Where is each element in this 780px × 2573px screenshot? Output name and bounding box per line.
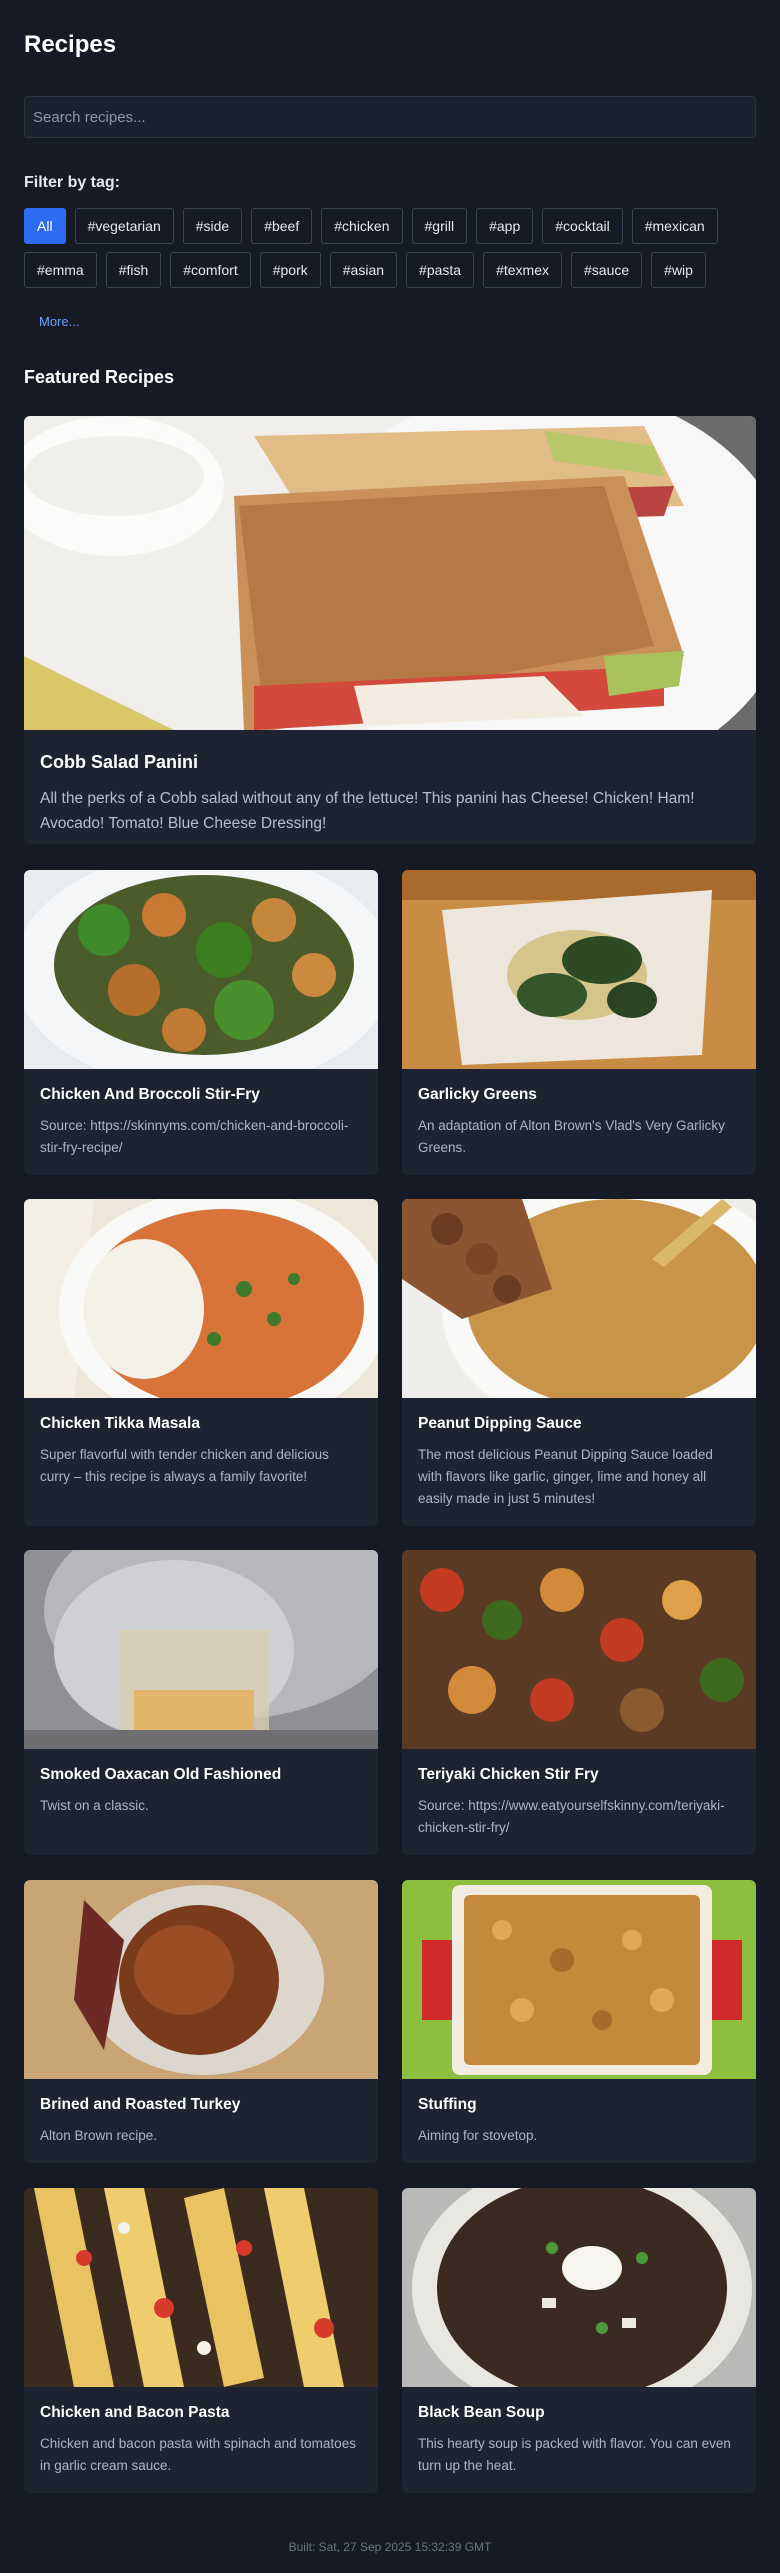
featured-heading: Featured Recipes [24,367,175,387]
recipe-image [402,2188,756,2387]
recipe-card[interactable]: Chicken Tikka Masala Super flavorful wit… [24,1199,378,1526]
tag-wip[interactable]: #wip [651,252,706,288]
recipe-description: Aiming for stovetop. [418,2128,538,2143]
page-title: Recipes [24,31,117,58]
tag-filter-list: All #vegetarian #side #beef #chicken #grill #a… [24,208,760,288]
recipe-card[interactable]: Black Bean Soup This hearty soup is pack… [402,2188,756,2493]
recipe-image [24,2188,378,2387]
tag-beef[interactable]: #beef [251,208,313,244]
tag-all[interactable]: All [24,208,66,244]
recipe-title: Teriyaki Chicken Stir Fry [418,1766,599,1783]
recipe-card[interactable]: Peanut Dipping Sauce The most delicious … [402,1199,756,1526]
tag-fish[interactable]: #fish [105,252,162,288]
recipe-title: Smoked Oaxacan Old Fashioned [40,1766,282,1783]
tag-grill[interactable]: #grill [411,208,468,244]
tag-texmex[interactable]: #texmex [483,252,562,288]
tag-chicken[interactable]: #chicken [321,208,403,244]
recipe-card[interactable]: Brined and Roasted Turkey Alton Brown re… [24,1880,378,2163]
tag-mexican[interactable]: #mexican [631,208,718,244]
recipe-description: An adaptation of Alton Brown's Vlad's Ve… [418,1118,725,1155]
recipe-image [24,1550,378,1749]
tag-sauce[interactable]: #sauce [571,252,643,288]
recipe-card[interactable]: Chicken And Broccoli Stir-Fry Source: ht… [24,870,378,1175]
recipe-image [24,870,378,1069]
recipe-image [402,1880,756,2079]
build-timestamp: Built: Sat, 27 Sep 2025 15:32:39 GMT [288,2540,492,2554]
recipe-description: Super flavorful with tender chicken and … [40,1447,329,1484]
recipe-card[interactable]: Stuffing Aiming for stovetop. [402,1880,756,2163]
tag-app[interactable]: #app [476,208,534,244]
recipe-description: Alton Brown recipe. [40,2128,158,2143]
tag-cocktail[interactable]: #cocktail [542,208,623,244]
recipe-title: Stuffing [418,2096,477,2113]
recipe-image [402,1199,756,1398]
tag-asian[interactable]: #asian [329,252,398,288]
tag-pasta[interactable]: #pasta [406,252,475,288]
more-tags-link[interactable]: More... [39,314,79,329]
recipe-image [24,1199,378,1398]
featured-recipe-card[interactable]: Cobb Salad Panini All the perks of a Cob… [24,416,756,844]
recipe-card[interactable]: Chicken and Bacon Pasta Chicken and baco… [24,2188,378,2493]
recipe-title: Chicken Tikka Masala [40,1415,200,1432]
featured-recipe-image [24,416,756,730]
recipe-title: Black Bean Soup [418,2404,545,2421]
recipe-description: All the perks of a Cobb salad without an… [40,790,695,832]
recipe-description: This hearty soup is packed with flavor. … [418,2436,731,2473]
recipe-title: Cobb Salad Panini [40,752,199,772]
tag-comfort[interactable]: #comfort [170,252,251,288]
recipe-description: The most delicious Peanut Dipping Sauce … [418,1447,713,1506]
recipe-image [24,1880,378,2079]
recipe-title: Chicken And Broccoli Stir-Fry [40,1086,260,1103]
recipe-card[interactable]: Teriyaki Chicken Stir Fry Source: https:… [402,1550,756,1855]
recipe-description: Source: https://www.eatyourselfskinny.co… [418,1798,725,1835]
recipe-image [402,1550,756,1749]
recipe-card[interactable]: Garlicky Greens An adaptation of Alton B… [402,870,756,1175]
tag-vegetarian[interactable]: #vegetarian [74,208,174,244]
recipe-title: Chicken and Bacon Pasta [40,2404,230,2421]
recipe-image [402,870,756,1069]
recipe-description: Twist on a classic. [40,1798,149,1813]
recipes-page: Recipes Filter by tag: All#vegetarian#si… [0,0,780,2573]
recipe-title: Garlicky Greens [418,1086,537,1103]
tag-emma[interactable]: #emma [24,252,97,288]
tag-side[interactable]: #side [182,208,243,244]
tag-pork[interactable]: #pork [259,252,321,288]
recipe-card[interactable]: Smoked Oaxacan Old Fashioned Twist on a … [24,1550,378,1855]
recipe-description: Source: https://skinnyms.com/chicken-and… [40,1118,349,1155]
recipe-title: Peanut Dipping Sauce [418,1415,582,1432]
filter-label: Filter by tag: [24,174,121,191]
recipe-title: Brined and Roasted Turkey [40,2096,241,2113]
search-input[interactable] [24,96,756,138]
recipe-description: Chicken and bacon pasta with spinach and… [40,2436,356,2473]
